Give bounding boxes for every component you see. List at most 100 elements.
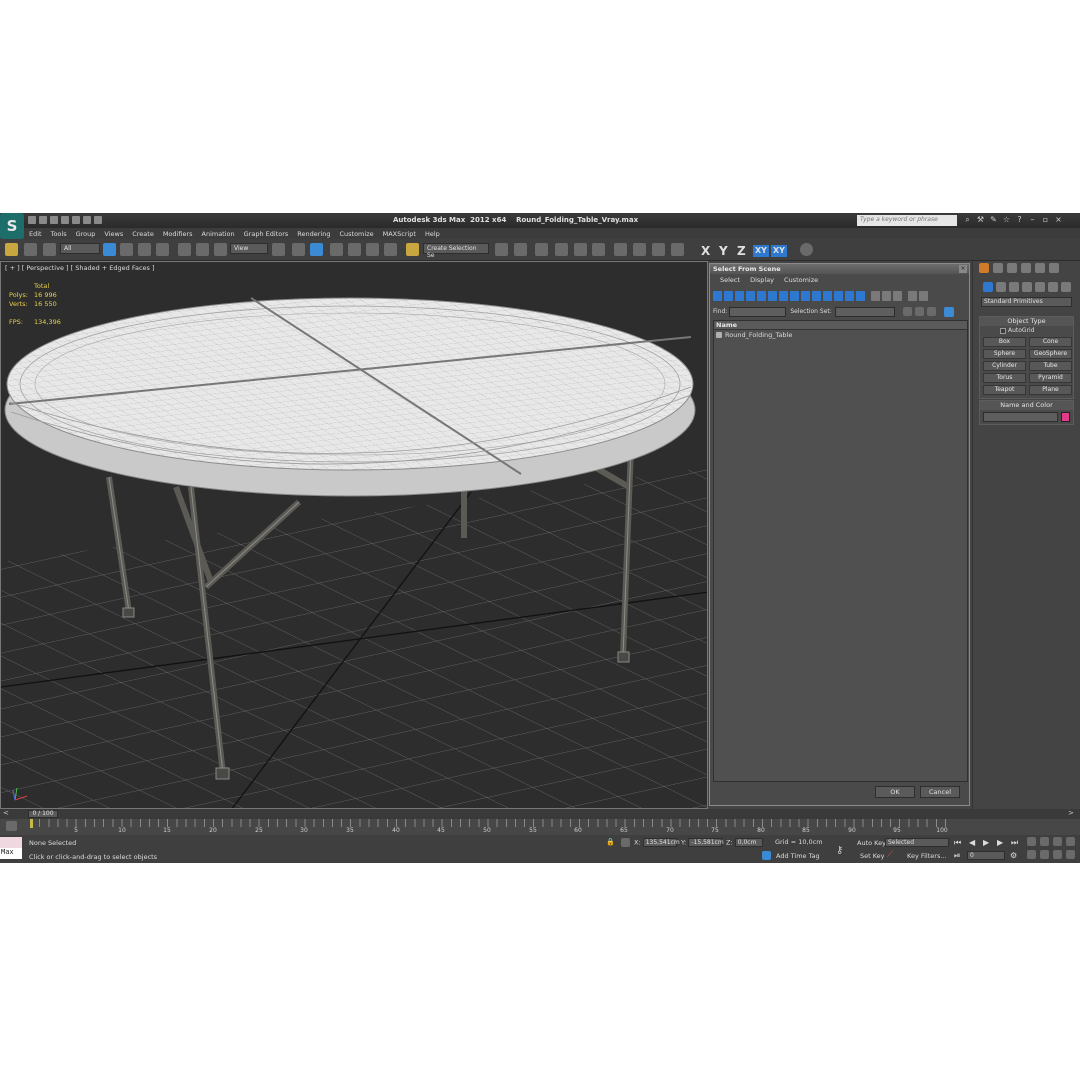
utilities-tab-icon[interactable] — [1049, 263, 1059, 273]
menu-tools[interactable]: Tools — [51, 230, 67, 238]
pan-view-icon[interactable] — [1040, 850, 1049, 859]
systems-category-icon[interactable] — [1061, 282, 1071, 292]
bind-to-space-warp-icon[interactable] — [43, 243, 56, 256]
set-key-button[interactable]: Set Key — [860, 852, 885, 860]
track-bar[interactable]: 5 10 15 20 25 30 35 40 45 50 55 60 65 70… — [0, 819, 1080, 835]
geosphere-button[interactable]: GeoSphere — [1029, 349, 1072, 359]
filter-all-icon[interactable] — [845, 291, 854, 301]
auto-key-button[interactable]: Auto Key — [857, 839, 886, 847]
filter-spacewarps-icon[interactable] — [768, 291, 777, 301]
spacewarps-category-icon[interactable] — [1048, 282, 1058, 292]
percent-snap-icon[interactable] — [366, 243, 379, 256]
primitive-type-dropdown[interactable]: Standard Primitives — [981, 297, 1072, 307]
cone-button[interactable]: Cone — [1029, 337, 1072, 347]
funnel-filter-icon[interactable] — [908, 291, 917, 301]
menu-group[interactable]: Group — [76, 230, 96, 238]
layer-manager-icon[interactable] — [535, 243, 548, 256]
box-button[interactable]: Box — [983, 337, 1026, 347]
minimize-icon[interactable]: – — [1028, 215, 1037, 224]
select-object-icon[interactable] — [103, 243, 116, 256]
close-icon[interactable]: × — [1054, 215, 1063, 224]
filter-hidden-icon[interactable] — [834, 291, 843, 301]
subscription-icon[interactable]: ⚒ — [976, 215, 985, 224]
filter-none-icon[interactable] — [856, 291, 865, 301]
project-folder-icon[interactable] — [83, 216, 91, 224]
absolute-relative-toggle-icon[interactable] — [621, 838, 630, 847]
orbit-icon[interactable] — [1053, 850, 1062, 859]
filter-bones-icon[interactable] — [801, 291, 810, 301]
list-item[interactable]: Round_Folding_Table — [714, 330, 967, 340]
pivot-center-icon[interactable] — [272, 243, 285, 256]
restore-icon[interactable]: ▫ — [1041, 215, 1050, 224]
window-crossing-icon[interactable] — [156, 243, 169, 256]
sphere-button[interactable]: Sphere — [983, 349, 1026, 359]
selection-set-remove-icon[interactable] — [914, 307, 924, 316]
geometry-category-icon[interactable] — [983, 282, 993, 292]
snaps-toggle-icon[interactable] — [330, 243, 343, 256]
align-icon[interactable] — [514, 243, 527, 256]
angle-snap-icon[interactable] — [348, 243, 361, 256]
menu-animation[interactable]: Animation — [202, 230, 235, 238]
time-configuration-icon[interactable]: ⚙ — [1010, 851, 1017, 860]
display-list-icon[interactable] — [871, 291, 880, 301]
selection-set-add-icon[interactable] — [902, 307, 912, 316]
menu-modifiers[interactable]: Modifiers — [163, 230, 193, 238]
cameras-category-icon[interactable] — [1022, 282, 1032, 292]
display-tab-icon[interactable] — [1035, 263, 1045, 273]
add-time-tag[interactable]: Add Time Tag — [776, 852, 820, 860]
mirror-icon[interactable] — [495, 243, 508, 256]
perspective-viewport[interactable]: [ + ] [ Perspective ] [ Shaded + Edged F… — [0, 261, 708, 809]
axis-xy-button[interactable]: XY — [753, 245, 769, 257]
set-key-icon[interactable]: ⚷ — [836, 845, 843, 856]
selection-lock-icon[interactable]: 🔒 — [606, 838, 615, 846]
select-and-scale-icon[interactable] — [214, 243, 227, 256]
render-teapot-icon[interactable] — [671, 243, 684, 256]
next-frame-icon[interactable]: ▶ — [997, 838, 1003, 847]
unlink-icon[interactable] — [24, 243, 37, 256]
selection-set-edit-icon[interactable] — [926, 307, 936, 316]
find-input[interactable] — [729, 306, 787, 317]
time-slider-bar[interactable]: < 0 / 100 > — [0, 809, 1080, 819]
go-to-end-icon[interactable]: ⏭ — [1011, 838, 1018, 848]
field-of-view-icon[interactable] — [1027, 850, 1036, 859]
dialog-title[interactable]: Select From Scene — [710, 264, 969, 274]
cancel-button[interactable]: Cancel — [920, 786, 960, 798]
y-coordinate-field[interactable]: -15,581cm — [688, 838, 724, 847]
go-to-start-icon[interactable]: ⏮ — [954, 838, 961, 848]
key-filter-icon[interactable]: ⟋ — [887, 850, 893, 860]
save-file-icon[interactable] — [50, 216, 58, 224]
play-icon[interactable]: ▶ — [983, 838, 989, 847]
motion-tab-icon[interactable] — [1021, 263, 1031, 273]
search-icon[interactable]: ⌕ — [963, 215, 972, 224]
ok-button[interactable]: OK — [875, 786, 915, 798]
edit-named-selection-icon[interactable] — [406, 243, 419, 256]
axis-xy-cycle-button[interactable]: XY — [771, 245, 787, 257]
filter-groups-icon[interactable] — [779, 291, 788, 301]
key-filters-button[interactable]: Key Filters... — [907, 852, 947, 860]
time-slider-next-icon[interactable]: > — [1068, 809, 1074, 817]
previous-frame-icon[interactable]: ◀ — [969, 838, 975, 847]
menu-help[interactable]: Help — [425, 230, 440, 238]
spinner-snap-icon[interactable] — [384, 243, 397, 256]
quick-access-dropdown-icon[interactable] — [94, 216, 102, 224]
application-button-icon[interactable]: S — [0, 213, 24, 239]
named-selection-dropdown[interactable]: Create Selection Se — [423, 243, 489, 259]
funnel-settings-icon[interactable] — [919, 291, 928, 301]
schematic-view-icon[interactable] — [592, 243, 605, 256]
object-name-input[interactable] — [983, 412, 1059, 422]
communication-icon[interactable]: ✎ — [989, 215, 998, 224]
axis-x-button[interactable]: X — [701, 244, 710, 258]
modify-tab-icon[interactable] — [993, 263, 1003, 273]
menu-maxscript[interactable]: MAXScript — [383, 230, 416, 238]
create-tab-icon[interactable] — [979, 263, 989, 273]
axis-y-button[interactable]: Y — [719, 244, 728, 258]
material-editor-icon[interactable] — [614, 243, 627, 256]
current-frame-field[interactable]: 0 — [967, 851, 1005, 860]
selection-set-dropdown[interactable] — [834, 306, 895, 317]
select-and-move-icon[interactable] — [178, 243, 191, 256]
x-coordinate-field[interactable]: 135,541cm — [642, 838, 680, 847]
open-file-icon[interactable] — [39, 216, 47, 224]
rectangular-selection-icon[interactable] — [138, 243, 151, 256]
menu-customize[interactable]: Customize — [339, 230, 373, 238]
teapot-button[interactable]: Teapot — [983, 385, 1026, 395]
